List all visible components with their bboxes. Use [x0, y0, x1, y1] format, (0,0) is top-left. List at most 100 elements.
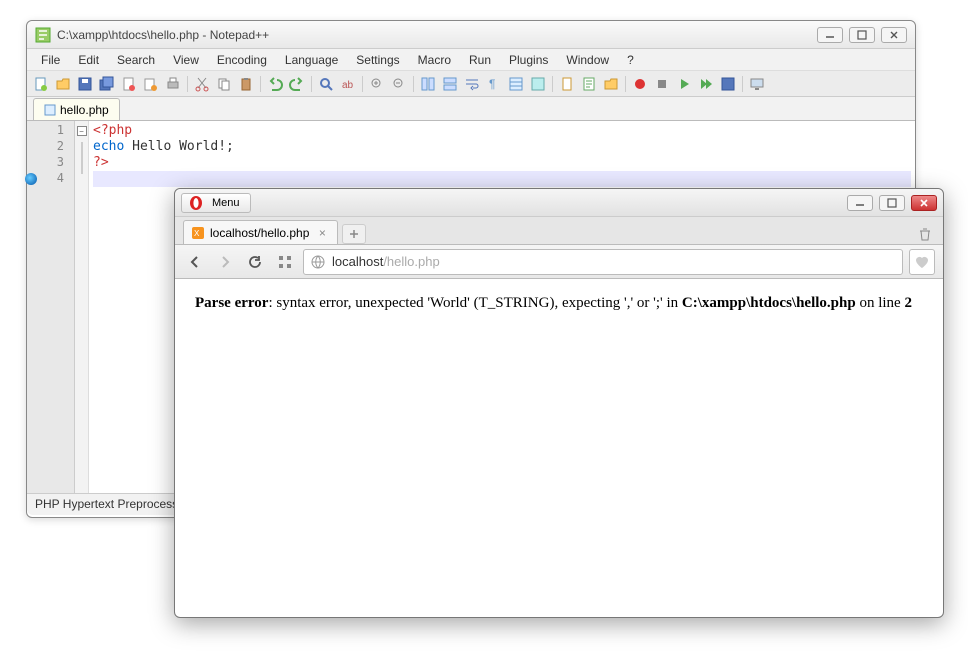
- user-lang-icon[interactable]: [528, 74, 548, 94]
- menu-view[interactable]: View: [165, 51, 207, 69]
- npp-tabbar: hello.php: [27, 97, 915, 121]
- undo-icon[interactable]: [265, 74, 285, 94]
- paste-icon[interactable]: [236, 74, 256, 94]
- new-file-icon[interactable]: [31, 74, 51, 94]
- toolbar-sep: [742, 76, 743, 92]
- npp-titlebar[interactable]: C:\xampp\htdocs\hello.php - Notepad++: [27, 21, 915, 49]
- reload-button[interactable]: [243, 250, 267, 274]
- indent-guide-icon[interactable]: [506, 74, 526, 94]
- show-all-chars-icon[interactable]: ¶: [484, 74, 504, 94]
- browser-titlebar[interactable]: Menu: [175, 189, 943, 217]
- play-multi-icon[interactable]: [696, 74, 716, 94]
- toolbar-sep: [362, 76, 363, 92]
- copy-icon[interactable]: [214, 74, 234, 94]
- toolbar-sep: [311, 76, 312, 92]
- url-text: localhost/hello.php: [332, 254, 896, 269]
- menu-search[interactable]: Search: [109, 51, 163, 69]
- close-file-icon[interactable]: [119, 74, 139, 94]
- npp-title: C:\xampp\htdocs\hello.php - Notepad++: [57, 28, 817, 42]
- npp-window-controls: [817, 27, 907, 43]
- browser-menu-button[interactable]: Menu: [181, 193, 251, 213]
- menu-macro[interactable]: Macro: [410, 51, 459, 69]
- line-number: 3: [27, 155, 70, 171]
- menu-settings[interactable]: Settings: [348, 51, 407, 69]
- closed-tabs-button[interactable]: [915, 224, 935, 244]
- menu-window[interactable]: Window: [558, 51, 617, 69]
- bookmark-button[interactable]: [909, 249, 935, 275]
- svg-text:X: X: [194, 229, 200, 238]
- open-file-icon[interactable]: [53, 74, 73, 94]
- browser-address-bar: localhost/hello.php: [175, 245, 943, 279]
- minimize-button[interactable]: [847, 195, 873, 211]
- browser-window-controls: [847, 195, 937, 211]
- close-button[interactable]: [881, 27, 907, 43]
- menu-language[interactable]: Language: [277, 51, 346, 69]
- monitor-icon[interactable]: [747, 74, 767, 94]
- code-line: echo Hello World!;: [93, 139, 911, 155]
- toolbar-sep: [260, 76, 261, 92]
- url-input[interactable]: localhost/hello.php: [303, 249, 903, 275]
- menu-help[interactable]: ?: [619, 51, 642, 69]
- save-macro-icon[interactable]: [718, 74, 738, 94]
- zoom-in-icon[interactable]: [367, 74, 387, 94]
- code-line: ?>: [93, 155, 911, 171]
- save-all-icon[interactable]: [97, 74, 117, 94]
- maximize-button[interactable]: [879, 195, 905, 211]
- tab-label: hello.php: [60, 103, 109, 117]
- cut-icon[interactable]: [192, 74, 212, 94]
- maximize-button[interactable]: [849, 27, 875, 43]
- line-number: 2: [27, 139, 70, 155]
- back-button[interactable]: [183, 250, 207, 274]
- trash-icon: [917, 226, 933, 242]
- minimize-button[interactable]: [817, 27, 843, 43]
- folder-panel-icon[interactable]: [601, 74, 621, 94]
- redo-icon[interactable]: [287, 74, 307, 94]
- xampp-favicon-icon: X: [192, 227, 204, 239]
- editor-tab[interactable]: hello.php: [33, 98, 120, 120]
- close-button[interactable]: [911, 195, 937, 211]
- toolbar-sep: [187, 76, 188, 92]
- menu-file[interactable]: File: [33, 51, 68, 69]
- plus-icon: [348, 228, 360, 240]
- save-icon[interactable]: [75, 74, 95, 94]
- menu-encoding[interactable]: Encoding: [209, 51, 275, 69]
- find-icon[interactable]: [316, 74, 336, 94]
- notepadpp-icon: [35, 27, 51, 43]
- tab-close-icon[interactable]: ×: [315, 226, 329, 240]
- speed-dial-button[interactable]: [273, 250, 297, 274]
- record-macro-icon[interactable]: [630, 74, 650, 94]
- browser-tab[interactable]: X localhost/hello.php ×: [183, 220, 338, 244]
- fold-line: [81, 142, 83, 158]
- close-all-icon[interactable]: [141, 74, 161, 94]
- replace-icon[interactable]: ab: [338, 74, 358, 94]
- code-line-current: [93, 171, 911, 187]
- globe-icon: [310, 254, 326, 270]
- toolbar-sep: [413, 76, 414, 92]
- sync-h-icon[interactable]: [440, 74, 460, 94]
- menu-plugins[interactable]: Plugins: [501, 51, 556, 69]
- menu-run[interactable]: Run: [461, 51, 499, 69]
- doc-map-icon[interactable]: [557, 74, 577, 94]
- line-number: 1: [27, 123, 70, 139]
- npp-toolbar: ab ¶: [27, 71, 915, 97]
- npp-menubar: File Edit Search View Encoding Language …: [27, 49, 915, 71]
- fold-line: [81, 158, 83, 174]
- zoom-out-icon[interactable]: [389, 74, 409, 94]
- menu-edit[interactable]: Edit: [70, 51, 107, 69]
- play-macro-icon[interactable]: [674, 74, 694, 94]
- opera-icon: [188, 195, 204, 211]
- line-gutter: 1 2 3 4: [27, 121, 75, 493]
- stop-macro-icon[interactable]: [652, 74, 672, 94]
- print-icon[interactable]: [163, 74, 183, 94]
- func-list-icon[interactable]: [579, 74, 599, 94]
- svg-text:ab: ab: [342, 80, 354, 91]
- wrap-icon[interactable]: [462, 74, 482, 94]
- sync-v-icon[interactable]: [418, 74, 438, 94]
- new-tab-button[interactable]: [342, 224, 366, 244]
- heart-icon: [914, 254, 930, 270]
- forward-button[interactable]: [213, 250, 237, 274]
- browser-window: Menu X localhost/hello.php × localhost/h…: [174, 188, 944, 618]
- svg-text:¶: ¶: [489, 77, 495, 91]
- toolbar-sep: [625, 76, 626, 92]
- fold-toggle-icon[interactable]: −: [77, 126, 87, 136]
